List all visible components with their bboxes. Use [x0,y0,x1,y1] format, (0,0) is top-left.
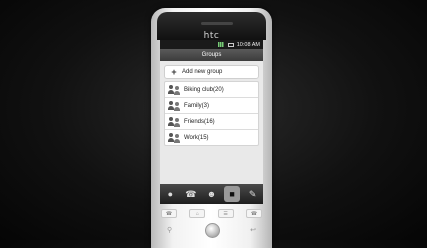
phone-device: htc 10:08 AM Groups + Add new group Biki… [151,8,272,248]
bottom-tab-bar: ● ☎ ☻ ■ ✎ [160,184,263,204]
add-new-group-button[interactable]: + Add new group [164,65,259,79]
home-button[interactable]: ⌂ [189,209,206,218]
group-icon: ☻ [206,189,217,199]
lower-hardware-buttons: ⚲ ↩ [155,226,268,234]
search-icon[interactable]: ⚲ [167,226,172,234]
list-item[interactable]: Family(3) [165,98,258,114]
group-label: Biking club(20) [184,86,224,93]
phone-top-bezel: htc [157,12,266,41]
list-item[interactable]: Friends(16) [165,114,258,130]
status-time: 10:08 AM [236,41,260,48]
tab-edit[interactable]: ✎ [245,186,261,202]
tab-groups[interactable]: ☻ [203,186,219,202]
hardware-buttons: ☎ ⌂ ☰ ☎ [161,209,262,219]
contact-card-icon: ■ [229,189,235,199]
group-label: Work(15) [184,134,209,141]
end-call-button[interactable]: ☎ [245,209,262,218]
speaker-grille [201,22,233,25]
back-icon[interactable]: ↩ [250,226,256,234]
tab-person[interactable]: ● [162,186,178,202]
group-icon [168,84,180,95]
status-bar: 10:08 AM [160,40,263,49]
history-icon: ☎ [185,188,197,199]
list-item[interactable]: Biking club(20) [165,82,258,98]
call-button[interactable]: ☎ [161,209,177,218]
tab-contact-card[interactable]: ■ [224,186,241,202]
person-icon: ● [167,189,174,199]
group-icon [168,132,180,143]
battery-icon [227,42,234,47]
list-item[interactable]: Work(15) [165,130,258,145]
group-label: Family(3) [184,102,209,109]
add-new-group-label: Add new group [182,69,223,75]
plus-icon: + [171,67,177,77]
tab-history[interactable]: ☎ [183,186,199,202]
groups-list: Biking club(20) Family(3) Friends(16) Wo… [164,81,259,146]
group-icon [168,100,180,111]
phone-screen: 10:08 AM Groups + Add new group Biking c… [160,40,263,204]
signal-icon [217,42,225,47]
menu-button[interactable]: ☰ [217,209,234,218]
phone-bottom-bezel: ☎ ⌂ ☰ ☎ ⚲ ↩ [155,206,268,248]
group-icon [168,116,180,127]
group-label: Friends(16) [184,118,215,125]
page-title: Groups [160,49,263,61]
edit-icon: ✎ [248,188,257,199]
